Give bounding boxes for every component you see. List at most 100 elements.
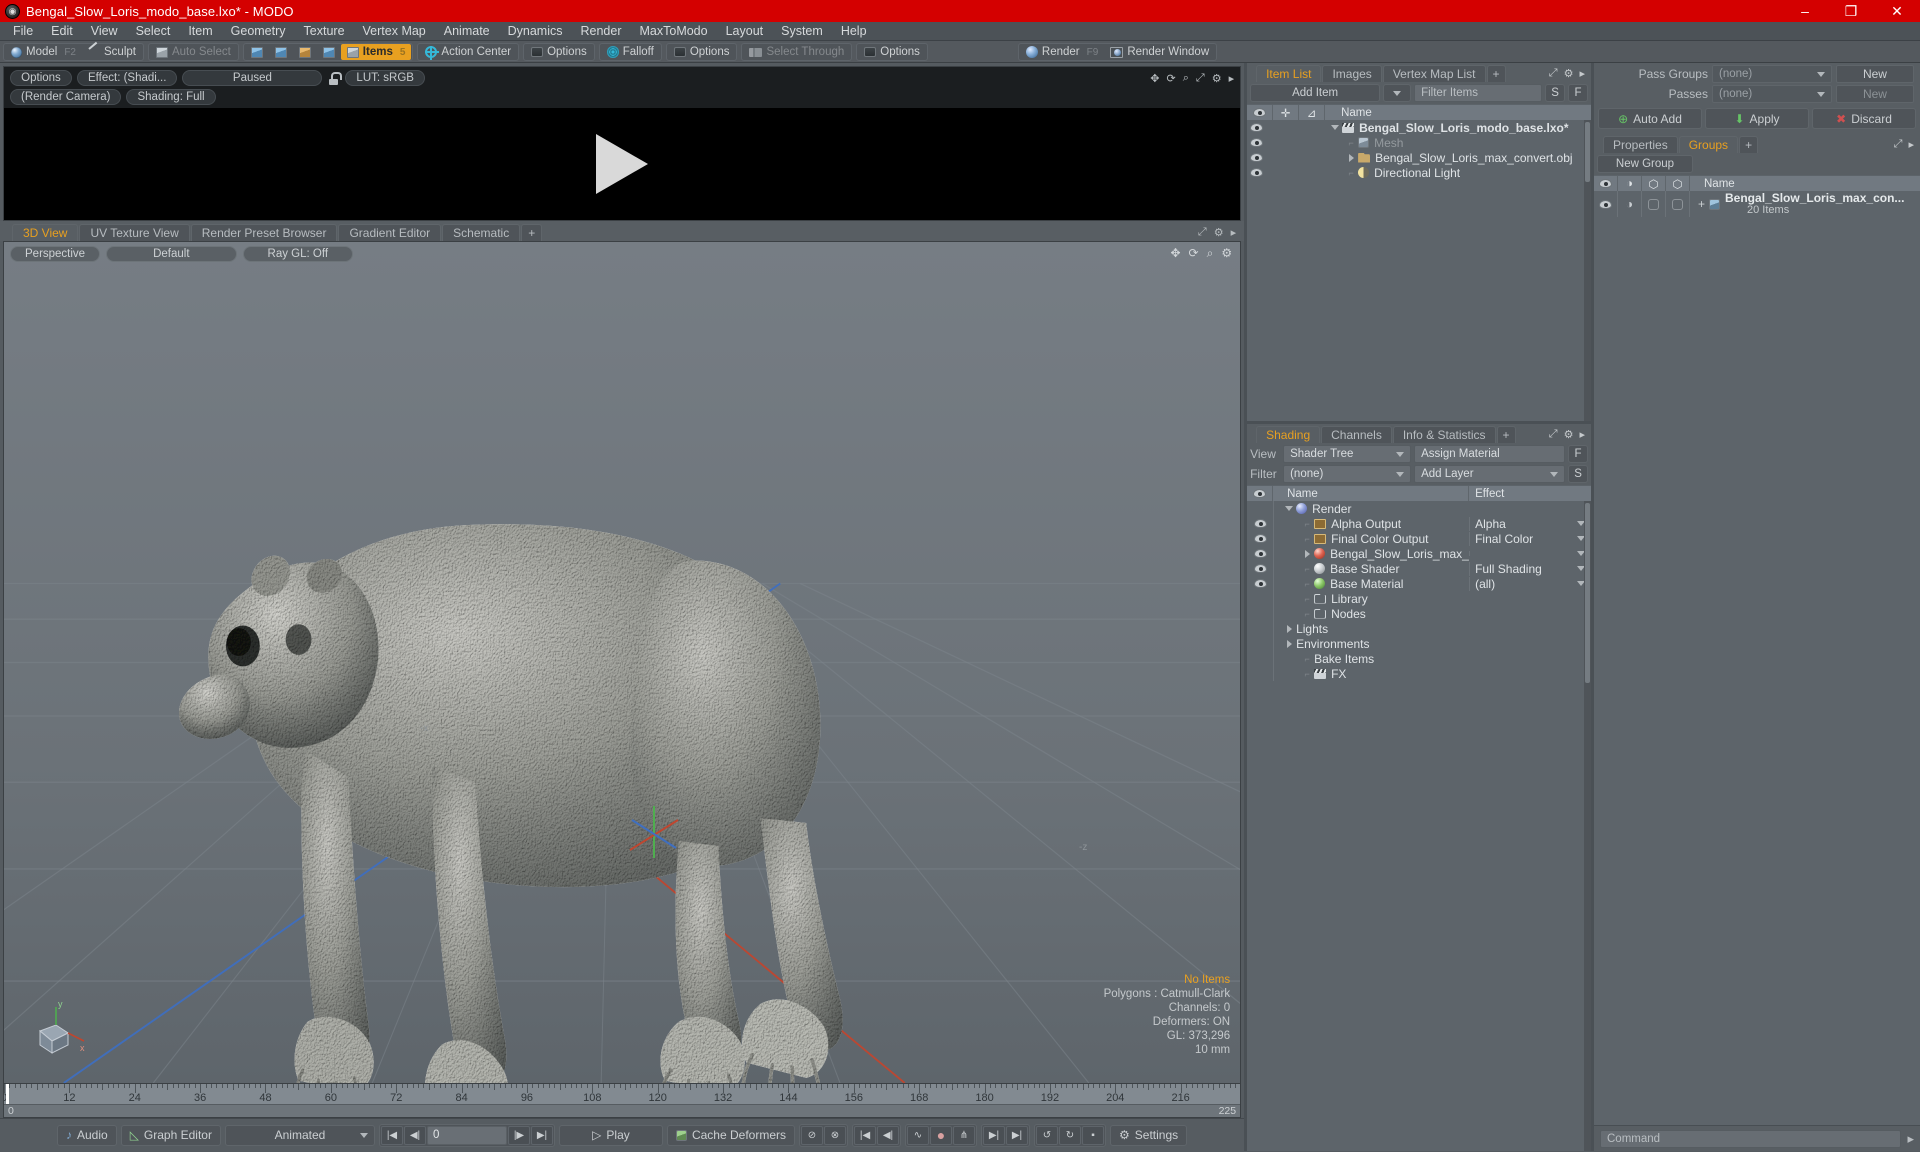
next-key-icon[interactable]: ▶| (983, 1125, 1005, 1145)
gear-icon[interactable]: ⚙ (1212, 72, 1222, 85)
shader-effect-cell[interactable]: Full Shading (1469, 561, 1591, 576)
maximize-panel-icon[interactable]: ⤢ (1549, 428, 1558, 441)
set-key-icon[interactable]: ● (930, 1125, 952, 1145)
groups-list-body[interactable]: ◑ + Bengal_Slow_Loris_max_con... 20 Items (1594, 191, 1920, 1125)
pass-groups-new-button[interactable]: New (1835, 65, 1914, 83)
menu-help[interactable]: Help (832, 22, 876, 41)
shader-effect-cell[interactable]: (all) (1469, 576, 1591, 591)
menu-view[interactable]: View (82, 22, 127, 41)
key-all-icon[interactable]: ⊘ (801, 1125, 823, 1145)
render-shading-dropdown[interactable]: Shading: Full (126, 89, 216, 105)
visibility-toggle[interactable] (1594, 191, 1618, 217)
slow-loris-model[interactable] (4, 242, 1240, 1083)
select-through-button[interactable]: Select Through (743, 44, 850, 60)
falloff-button[interactable]: Falloff (601, 44, 660, 60)
last-key-icon[interactable]: ▶| (1006, 1125, 1028, 1145)
scrollbar-thumb[interactable] (1585, 503, 1591, 683)
item-list-scrollbar[interactable] (1584, 120, 1592, 421)
passes-dropdown[interactable]: (none) (1711, 85, 1832, 103)
timeline-ruler[interactable]: 0122436486072849610812013214415616818019… (4, 1084, 1240, 1104)
item-list-row[interactable]: Bengal_Slow_Loris_modo_base.lxo* (1247, 120, 1591, 135)
shader-tree-row[interactable]: ⌐ Nodes (1247, 606, 1591, 621)
add-layer-dropdown[interactable]: Add Layer (1414, 465, 1566, 483)
zoom-icon[interactable]: ⌕ (1183, 72, 1189, 85)
gear-icon[interactable]: ⚙ (1221, 246, 1232, 261)
tab-gradient-editor[interactable]: Gradient Editor (338, 224, 442, 241)
tab-add-button[interactable]: + (521, 224, 543, 241)
prev-key-step-icon[interactable]: ◀| (877, 1125, 899, 1145)
add-item-button[interactable]: Add Item (1250, 84, 1381, 102)
curve-key-icon[interactable]: ∿ (907, 1125, 929, 1145)
shader-tree-row[interactable]: ⌐ FX (1247, 666, 1591, 681)
item-list-body[interactable]: Bengal_Slow_Loris_modo_base.lxo* ⌐ Mesh Ben… (1247, 120, 1592, 421)
items-mode-button[interactable]: Items 5 (340, 44, 412, 60)
polygon-mode-button[interactable] (293, 44, 317, 60)
shader-tree-dropdown[interactable]: Shader Tree (1283, 445, 1412, 463)
item-list-row[interactable]: Bengal_Slow_Loris_max_convert.obj (1247, 150, 1591, 165)
visibility-toggle[interactable] (1247, 153, 1266, 162)
shader-effect-cell[interactable]: Alpha (1469, 516, 1591, 531)
chevron-right-icon[interactable]: ▸ (1908, 138, 1914, 151)
maximize-panel-icon[interactable]: ⤢ (1549, 67, 1558, 80)
shader-tree-row[interactable]: Environments (1247, 636, 1591, 651)
menu-item[interactable]: Item (179, 22, 221, 41)
tab-item-list[interactable]: Item List (1256, 65, 1322, 82)
visibility-toggle[interactable] (1247, 534, 1273, 543)
chevron-right-icon[interactable]: ▸ (1229, 72, 1235, 85)
item-list-row[interactable]: ⌐ Directional Light (1247, 165, 1591, 180)
rotate-icon[interactable]: ⟳ (1167, 72, 1176, 85)
menu-system[interactable]: System (772, 22, 832, 41)
select-through-options-button[interactable]: Options (858, 44, 926, 60)
tree-expander-closed[interactable] (1282, 639, 1296, 648)
unlocked-icon[interactable] (327, 71, 343, 85)
scrollbar-thumb[interactable] (1585, 122, 1591, 182)
tab-groups[interactable]: Groups (1678, 136, 1739, 153)
shading-filter-dropdown[interactable]: (none) (1283, 465, 1412, 483)
discard-button[interactable]: ✖ Discard (1812, 108, 1916, 129)
render-button[interactable]: Render F9 (1020, 44, 1104, 60)
menu-texture[interactable]: Texture (295, 22, 354, 41)
filter-s-button[interactable]: S (1545, 84, 1566, 102)
animated-dropdown[interactable]: Animated (224, 1124, 375, 1146)
tab-add-button[interactable]: + (1486, 65, 1506, 82)
timeline-range-bar[interactable]: 0 225 (4, 1104, 1241, 1117)
prev-key-icon[interactable]: |◀ (854, 1125, 876, 1145)
viewport-3d[interactable]: Perspective Default Ray GL: Off ✥ ⟳ ⌕ ⚙ … (3, 241, 1242, 1084)
menu-select[interactable]: Select (127, 22, 180, 41)
play-triangle-icon[interactable] (596, 134, 649, 194)
vertex-mode-button[interactable] (245, 44, 269, 60)
current-frame-field[interactable]: 0 (426, 1125, 507, 1145)
shadow-toggle[interactable]: ◑ (1618, 191, 1642, 217)
visibility-toggle[interactable] (1247, 519, 1273, 528)
tab-add-button[interactable]: + (1739, 136, 1759, 153)
key-none-icon[interactable]: ⊗ (824, 1125, 846, 1145)
assign-material-button[interactable]: Assign Material (1414, 445, 1566, 463)
visibility-toggle[interactable] (1247, 138, 1266, 147)
tab-images[interactable]: Images (1322, 65, 1382, 82)
command-input[interactable]: Command (1600, 1129, 1902, 1148)
shader-tree-row[interactable]: Lights (1247, 621, 1591, 636)
gear-icon[interactable]: ⚙ (1564, 428, 1574, 441)
visibility-toggle[interactable] (1247, 579, 1273, 588)
item-list-row[interactable]: ⌐ Mesh (1247, 135, 1591, 150)
visibility-toggle[interactable] (1247, 549, 1273, 558)
tab-add-button[interactable]: + (1496, 426, 1516, 443)
menu-edit[interactable]: Edit (42, 22, 82, 41)
tab-channels[interactable]: Channels (1321, 426, 1392, 443)
visibility-toggle[interactable] (1247, 564, 1273, 573)
timeline[interactable]: 0 12 24 36 48 60 72 84 96 108 120 132 144 156 168 180 19… (3, 1084, 1242, 1118)
render-toggle[interactable] (1642, 191, 1666, 217)
render-preview-canvas[interactable] (4, 108, 1241, 220)
tree-expander-closed[interactable] (1282, 624, 1296, 633)
tab-schematic[interactable]: Schematic (442, 224, 521, 241)
shading-scrollbar[interactable] (1584, 501, 1592, 1151)
menu-dynamics[interactable]: Dynamics (499, 22, 572, 41)
lut-button[interactable]: LUT: sRGB (345, 70, 425, 86)
sculpt-mode-button[interactable]: Sculpt (82, 44, 142, 60)
shader-tree-row[interactable]: ⌐ Base Material (all) (1247, 576, 1591, 591)
menu-vertex-map[interactable]: Vertex Map (354, 22, 435, 41)
tab-shading[interactable]: Shading (1256, 426, 1321, 443)
shading-s-button[interactable]: S (1568, 465, 1589, 483)
auto-select-button[interactable]: Auto Select (150, 44, 237, 60)
graph-editor-button[interactable]: ◺ Graph Editor (120, 1124, 221, 1146)
